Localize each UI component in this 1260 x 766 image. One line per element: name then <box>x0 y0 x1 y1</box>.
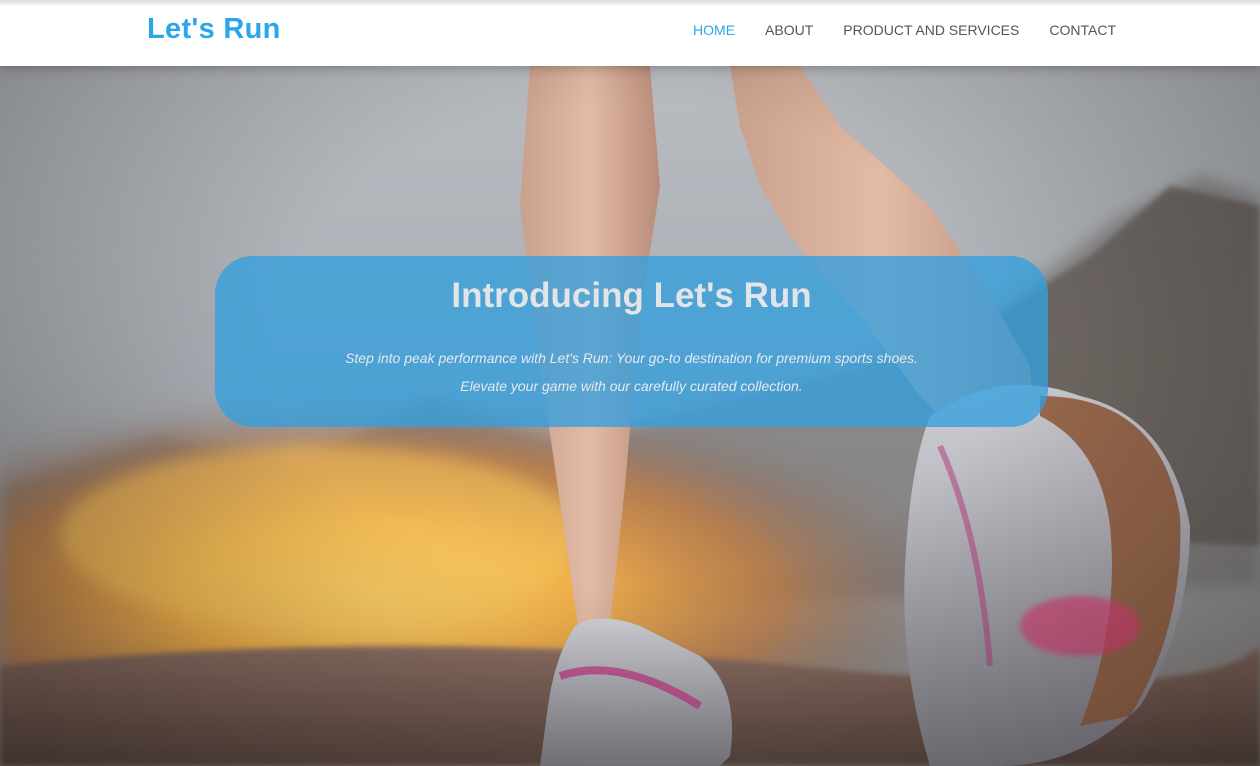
hero-title: Introducing Let's Run <box>451 276 812 315</box>
nav-item-about[interactable]: ABOUT <box>765 21 813 39</box>
main-nav: HOME ABOUT PRODUCT AND SERVICES CONTACT <box>693 21 1116 39</box>
brand-logo[interactable]: Let's Run <box>147 12 281 46</box>
nav-item-home[interactable]: HOME <box>693 21 735 39</box>
nav-item-product-and-services[interactable]: PRODUCT AND SERVICES <box>843 21 1019 39</box>
hero-description-line-2: Elevate your game with our carefully cur… <box>460 378 803 394</box>
hero-section: Introducing Let's Run Step into peak per… <box>0 66 1260 766</box>
hero-description: Step into peak performance with Let's Ru… <box>215 344 1048 400</box>
hero-description-line-1: Step into peak performance with Let's Ru… <box>345 350 918 366</box>
page: Let's Run HOME ABOUT PRODUCT AND SERVICE… <box>0 0 1260 766</box>
nav-item-contact[interactable]: CONTACT <box>1049 21 1116 39</box>
navbar: Let's Run HOME ABOUT PRODUCT AND SERVICE… <box>0 0 1260 66</box>
intro-card: Introducing Let's Run Step into peak per… <box>215 256 1048 427</box>
